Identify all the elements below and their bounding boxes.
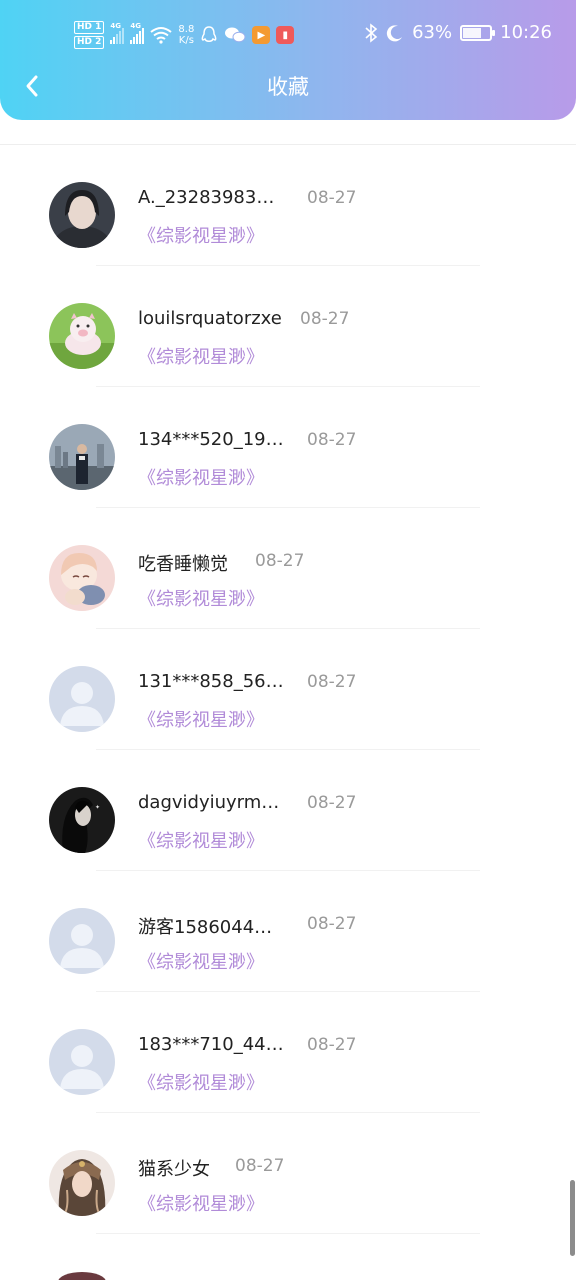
collect-date: 08-27 xyxy=(307,793,357,813)
hd-indicators: HD 1 HD 2 xyxy=(74,21,105,49)
list-item[interactable]: A._23283983… 08-27 《综影视星渺》 xyxy=(0,145,576,266)
page-title: 收藏 xyxy=(267,75,309,99)
list-item[interactable]: 134***520_19… 08-27 《综影视星渺》 xyxy=(0,387,576,508)
work-title[interactable]: 《综影视星渺》 xyxy=(138,1069,264,1095)
user-name: 134***520_19… xyxy=(138,429,284,450)
bluetooth-icon xyxy=(365,22,378,43)
list-item[interactable]: louilsrquatorzxe 08-27 《综影视星渺》 xyxy=(0,266,576,387)
battery-icon xyxy=(460,24,496,41)
speed-value: 8.8 xyxy=(178,24,195,35)
collect-date: 08-27 xyxy=(307,672,357,692)
collect-date: 08-27 xyxy=(255,551,305,571)
avatar[interactable] xyxy=(49,182,115,248)
scrollbar[interactable] xyxy=(570,1180,575,1256)
work-title[interactable]: 《综影视星渺》 xyxy=(138,222,264,248)
user-name: 183***710_44… xyxy=(138,1034,284,1055)
user-name: dagvidyiuyrm… xyxy=(138,792,280,813)
signal-1-icon: 4G xyxy=(110,22,125,44)
wechat-icon xyxy=(225,27,246,43)
user-name: A._23283983… xyxy=(138,187,275,208)
hd1-badge: HD 1 xyxy=(74,21,105,34)
video-app-icon: ▶ xyxy=(252,26,271,44)
battery-percent: 63% xyxy=(412,22,453,43)
moon-icon xyxy=(386,24,403,41)
hd2-badge: HD 2 xyxy=(74,36,105,49)
work-title[interactable]: 《综影视星渺》 xyxy=(138,585,264,611)
user-name: 131***858_56… xyxy=(138,671,284,692)
avatar[interactable]: ✦ xyxy=(49,787,115,853)
collect-date: 08-27 xyxy=(307,914,357,934)
divider xyxy=(96,1233,480,1234)
status-bar: HD 1 HD 2 4G 4G 8.8 K/s ▶ ▮ 63% 10:26 xyxy=(0,0,576,70)
user-name: 吃香睡懒觉 xyxy=(138,554,228,575)
list-item[interactable]: 吃香睡懒觉 08-27 《综影视星渺》 xyxy=(0,508,576,629)
collect-date: 08-27 xyxy=(300,309,350,329)
net2-label: 4G xyxy=(130,22,142,30)
collect-date: 08-27 xyxy=(307,1035,357,1055)
collect-date: 08-27 xyxy=(307,430,357,450)
wifi-icon xyxy=(150,27,173,44)
status-left: HD 1 HD 2 4G 4G 8.8 K/s ▶ ▮ xyxy=(74,18,295,52)
avatar[interactable] xyxy=(49,424,115,490)
user-name: louilsrquatorzxe xyxy=(138,308,282,329)
list-item[interactable]: 猫系少女 08-27 《综影视星渺》 xyxy=(0,1113,576,1234)
avatar[interactable] xyxy=(49,1150,115,1216)
user-name: 猫系少女 xyxy=(138,1159,210,1180)
speed-unit: K/s xyxy=(178,35,194,46)
qq-icon xyxy=(201,26,217,42)
list-item[interactable]: 183***710_44… 08-27 《综影视星渺》 xyxy=(0,992,576,1113)
work-title[interactable]: 《综影视星渺》 xyxy=(138,827,264,853)
list-item[interactable]: 游客1586044… 08-27 《综影视星渺》 xyxy=(0,871,576,992)
collect-date: 08-27 xyxy=(307,188,357,208)
book-app-icon: ▮ xyxy=(276,26,295,44)
work-title[interactable]: 《综影视星渺》 xyxy=(138,343,264,369)
avatar[interactable] xyxy=(49,545,115,611)
avatar[interactable] xyxy=(58,1272,106,1280)
avatar[interactable] xyxy=(49,908,115,974)
clock: 10:26 xyxy=(500,22,552,43)
status-right: 63% 10:26 xyxy=(364,22,552,43)
avatar[interactable] xyxy=(49,1029,115,1095)
work-title[interactable]: 《综影视星渺》 xyxy=(138,948,264,974)
net1-label: 4G xyxy=(110,22,122,30)
collect-date: 08-27 xyxy=(235,1156,285,1176)
signal-2-icon: 4G xyxy=(130,22,145,44)
avatar[interactable] xyxy=(49,666,115,732)
user-name: 游客1586044… xyxy=(138,917,273,938)
avatar[interactable] xyxy=(49,303,115,369)
work-title[interactable]: 《综影视星渺》 xyxy=(138,464,264,490)
network-speed: 8.8 K/s xyxy=(178,24,194,46)
header-bar: HD 1 HD 2 4G 4G 8.8 K/s ▶ ▮ 63% 10:26 收藏 xyxy=(0,0,576,120)
list-item[interactable]: ✦ dagvidyiuyrm… 08-27 《综影视星渺》 xyxy=(0,750,576,871)
favorites-list: A._23283983… 08-27 《综影视星渺》 louilsrquator… xyxy=(0,145,576,1234)
list-item[interactable]: 131***858_56… 08-27 《综影视星渺》 xyxy=(0,629,576,750)
svg-text:✦: ✦ xyxy=(95,804,100,811)
work-title[interactable]: 《综影视星渺》 xyxy=(138,706,264,732)
work-title[interactable]: 《综影视星渺》 xyxy=(138,1190,264,1216)
